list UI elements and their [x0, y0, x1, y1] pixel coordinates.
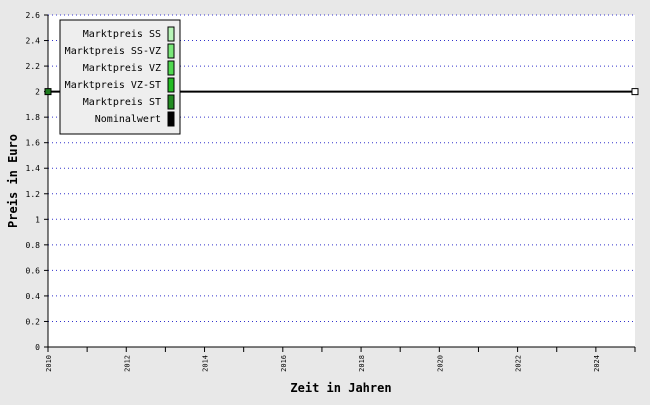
y-tick-label: 1	[35, 215, 40, 224]
legend-swatch	[167, 77, 175, 93]
y-tick-label: 1.4	[26, 164, 41, 173]
x-tick-label: 2024	[593, 355, 601, 372]
x-tick-label: 2010	[45, 355, 53, 372]
y-tick-label: 0.4	[26, 292, 41, 301]
y-tick-label: 0.2	[26, 317, 41, 326]
x-tick-label: 2012	[123, 355, 131, 372]
legend-swatch	[167, 111, 175, 127]
y-tick-label: 1.6	[26, 139, 41, 148]
price-chart: 0 0.2 0.4 0.6 0.8 1 1.2 1.4 1.6 1.8 2 2.2 2.4 2.6 2010…	[0, 0, 650, 400]
legend-label: Marktpreis VZ-ST	[65, 80, 161, 91]
y-tick-label: 1.8	[26, 113, 41, 122]
legend-label: Marktpreis SS	[83, 29, 161, 40]
y-tick-label: 0.6	[26, 266, 41, 275]
y-tick-label: 2	[35, 88, 40, 97]
chart-container: 0 0.2 0.4 0.6 0.8 1 1.2 1.4 1.6 1.8 2 2.2 2.4 2.6 2010…	[0, 0, 650, 400]
legend-label: Marktpreis VZ	[83, 63, 161, 74]
legend-swatch	[167, 26, 175, 42]
legend-swatch	[167, 94, 175, 110]
y-tick-label: 2.4	[26, 37, 41, 46]
x-axis-label: Zeit in Jahren	[290, 381, 391, 395]
series-marker	[631, 88, 639, 96]
y-tick-label: 2.6	[26, 11, 41, 20]
y-axis-label: Preis in Euro	[6, 134, 20, 228]
x-tick-label: 2018	[358, 355, 366, 372]
legend-swatch	[167, 60, 175, 76]
x-tick-label: 2022	[515, 355, 523, 372]
legend: Marktpreis SS Marktpreis SS-VZ Marktpreis …	[59, 19, 181, 135]
legend-label: Marktpreis SS-VZ	[65, 46, 161, 57]
y-tick-label: 0	[35, 343, 40, 352]
legend-label: Nominalwert	[95, 114, 161, 125]
y-tick-label: 2.2	[26, 62, 41, 71]
legend-label: Marktpreis ST	[83, 97, 161, 108]
series-marker	[44, 88, 52, 96]
x-tick-label: 2020	[436, 355, 444, 372]
x-tick-label: 2016	[280, 355, 288, 372]
y-tick-label: 1.2	[26, 190, 41, 199]
y-tick-label: 0.8	[26, 241, 41, 250]
legend-swatch	[167, 43, 175, 59]
x-tick-label: 2014	[202, 355, 210, 372]
